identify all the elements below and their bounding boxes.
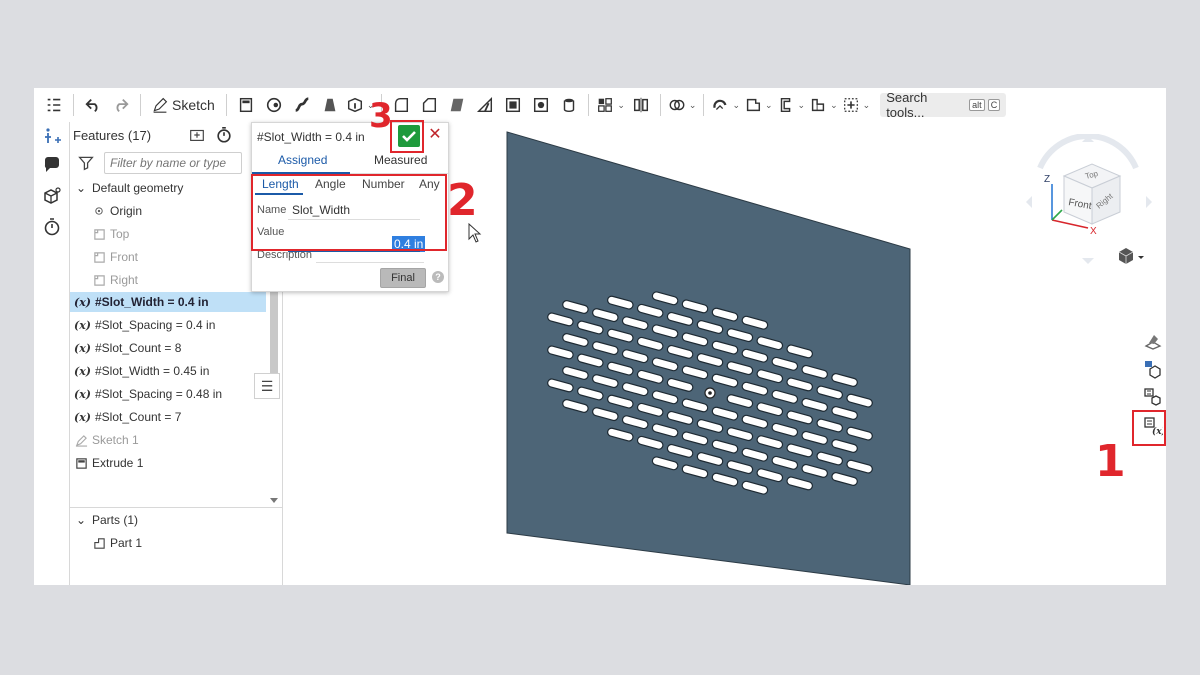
tab-measured[interactable]: Measured [374, 153, 427, 171]
highlight-variable-table [1132, 410, 1166, 446]
view-options-icon[interactable] [1118, 248, 1144, 264]
rotate-left-icon[interactable] [1026, 196, 1032, 208]
step-1-label: 1 [1095, 436, 1126, 487]
mouse-cursor-icon [468, 223, 482, 243]
rotate-right-icon[interactable] [1146, 196, 1152, 208]
highlight-variable-fields [251, 174, 447, 251]
tab-assigned[interactable]: Assigned [278, 153, 327, 171]
origin-marker [704, 387, 716, 399]
view-cube[interactable]: Top Front Right Z X [1016, 134, 1156, 264]
axis-x-line [1051, 219, 1089, 229]
description-field[interactable] [316, 262, 424, 263]
axis-z-label: Z [1044, 174, 1050, 185]
dialog-title: #Slot_Width = 0.4 in [257, 130, 365, 144]
graphics-viewport[interactable] [34, 88, 1166, 585]
mass-properties-icon[interactable] [1142, 358, 1164, 380]
cancel-button[interactable]: ✕ [427, 126, 443, 144]
final-button[interactable]: Final [380, 268, 426, 288]
configuration-panel-icon[interactable] [1142, 386, 1164, 408]
highlight-accept-button [390, 120, 424, 153]
step-3-label: 3 [369, 96, 393, 136]
axis-x-label: X [1090, 226, 1097, 237]
toggle-list-icon[interactable]: ☰ [254, 373, 280, 399]
axis-y-line [1051, 209, 1063, 221]
appearance-panel-icon[interactable] [1142, 330, 1164, 352]
help-icon[interactable]: ? [432, 271, 444, 283]
app-window: Sketch ⌄ ⌄ ⌄ ⌄ ⌄ ⌄ ⌄ ⌄ Search tools... a… [34, 88, 1166, 585]
step-2-label: 2 [447, 175, 478, 226]
rotate-down-icon[interactable] [1082, 258, 1094, 264]
